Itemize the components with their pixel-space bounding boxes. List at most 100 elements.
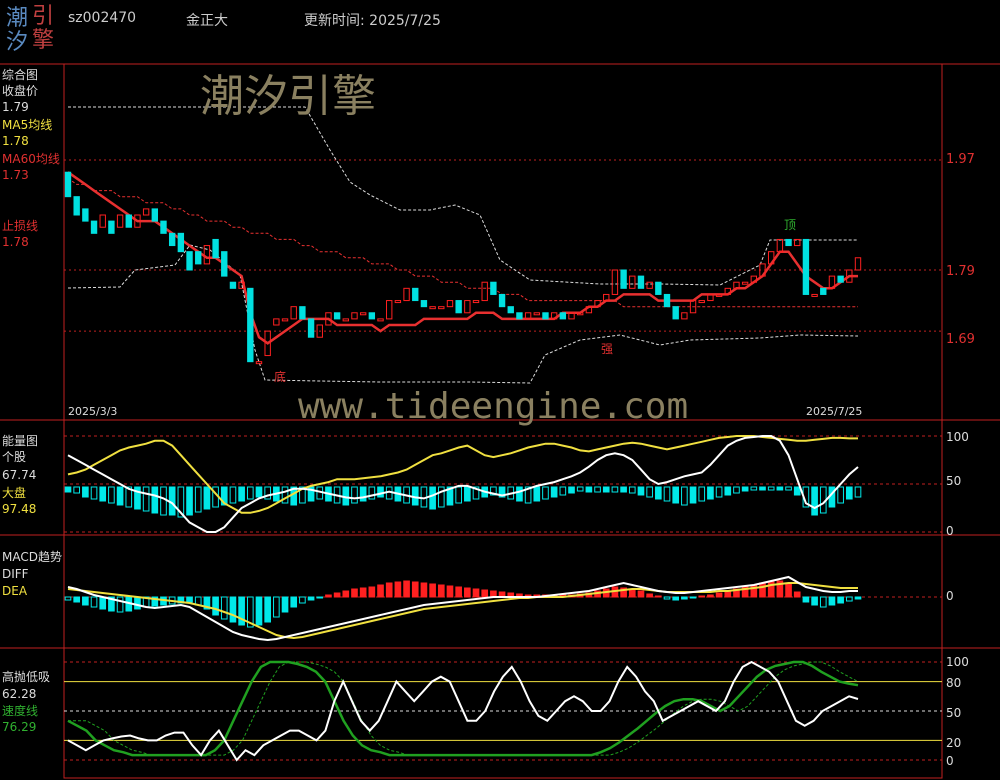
macd-bar-40 (411, 581, 419, 598)
energy-market-value: 97.48 (2, 502, 37, 516)
macd-bar-18 (220, 596, 228, 620)
energy-tick-100: 100 (946, 430, 969, 444)
candle-40 (412, 287, 419, 302)
candle-91 (854, 257, 862, 271)
candle-38 (394, 300, 402, 304)
macd-bar-68 (655, 595, 662, 598)
watermark-brand: 潮汐引擎 (200, 71, 376, 122)
candle-42 (429, 306, 436, 310)
osc-tick-100: 100 (946, 655, 969, 669)
energy-bar-86 (811, 486, 818, 516)
macd-bar-43 (437, 584, 445, 598)
ma60-value: 1.73 (2, 168, 29, 182)
candle-57 (559, 312, 567, 320)
candle-24 (273, 318, 280, 326)
macd-bar-26 (290, 596, 298, 608)
close-label: 收盘价 (2, 84, 39, 98)
energy-bar-61 (594, 486, 601, 493)
candle-35 (368, 312, 376, 320)
energy-bar-33 (351, 486, 358, 504)
candle-3 (90, 220, 98, 234)
candle-32 (342, 318, 349, 322)
energy-bar-9 (142, 486, 150, 512)
osc-tick-50: 50 (946, 706, 962, 720)
macd-bar-75 (715, 592, 723, 598)
candle-6 (116, 214, 124, 228)
energy-bar-1 (73, 486, 81, 494)
candle-50 (498, 293, 506, 308)
macd-bar-27 (299, 596, 306, 604)
macd-dea-label: DEA (2, 584, 28, 598)
energy-bar-73 (698, 486, 706, 502)
energy-bar-77 (733, 486, 740, 494)
energy-bar-56 (550, 486, 558, 498)
macd-bar-69 (663, 596, 671, 600)
energy-bar-90 (845, 486, 853, 500)
energy-bar-68 (655, 486, 662, 500)
energy-title: 能量图 (2, 434, 39, 448)
macd-bar-6 (116, 596, 124, 613)
energy-bar-60 (585, 486, 593, 493)
energy-bar-62 (602, 486, 610, 493)
macd-bar-33 (351, 588, 358, 598)
macd-bar-48 (481, 589, 489, 598)
macd-bar-85 (802, 596, 810, 603)
candle-51 (507, 306, 514, 314)
macd-bar-29 (316, 596, 324, 599)
energy-bar-66 (637, 486, 645, 496)
candle-7 (125, 214, 132, 228)
candle-73 (698, 300, 705, 304)
energy-bar-55 (542, 486, 549, 500)
ma60-label: MA60均线 (2, 152, 60, 166)
energy-bar-19 (229, 486, 237, 504)
candle-48 (481, 281, 488, 302)
macd-bar-38 (394, 581, 402, 598)
candle-5 (108, 220, 115, 234)
osc-tick-80: 80 (946, 676, 962, 690)
energy-market-label: 大盘 (2, 486, 27, 500)
price-tick-mid: 1.79 (946, 264, 975, 279)
energy-bar-82 (776, 486, 784, 491)
candle-55 (542, 312, 549, 320)
candle-13 (177, 232, 185, 253)
candle-64 (620, 269, 627, 289)
energy-bar-65 (628, 486, 636, 494)
macd-bar-32 (342, 590, 350, 598)
stoploss-value: 1.78 (2, 235, 29, 249)
candle-78 (741, 281, 749, 285)
candle-15 (195, 251, 202, 265)
energy-bar-67 (646, 486, 653, 498)
candle-18 (221, 251, 228, 277)
energy-bar-14 (186, 486, 193, 516)
candle-1 (73, 196, 80, 216)
macd-bar-0 (64, 596, 72, 601)
candle-47 (472, 300, 480, 304)
energy-bar-20 (238, 486, 245, 502)
macd-bar-2 (82, 596, 89, 606)
energy-bar-59 (576, 486, 584, 492)
candle-10 (151, 208, 159, 222)
macd-bar-47 (472, 588, 480, 598)
osc-speed-label: 速度线 (2, 704, 39, 718)
osc-speed-shadow (68, 661, 859, 756)
energy-bar-81 (767, 486, 775, 491)
macd-tick-0: 0 (946, 589, 954, 603)
price-tick-high: 1.97 (946, 152, 975, 167)
energy-bar-75 (715, 486, 723, 498)
energy-bar-69 (663, 486, 671, 502)
candle-11 (160, 220, 167, 234)
macd-bar-23 (264, 596, 271, 623)
energy-bar-22 (255, 486, 263, 498)
candle-34 (359, 312, 367, 316)
energy-bar-57 (559, 486, 567, 496)
energy-bar-3 (90, 486, 98, 500)
macd-bar-8 (134, 596, 141, 610)
candle-52 (516, 312, 523, 320)
macd-bar-67 (646, 593, 653, 598)
macd-bar-89 (837, 596, 844, 604)
osc-value: 62.28 (2, 687, 37, 701)
macd-bar-73 (698, 595, 706, 598)
macd-bar-66 (637, 590, 645, 598)
macd-bar-91 (854, 596, 862, 600)
energy-stock-label: 个股 (2, 450, 27, 464)
